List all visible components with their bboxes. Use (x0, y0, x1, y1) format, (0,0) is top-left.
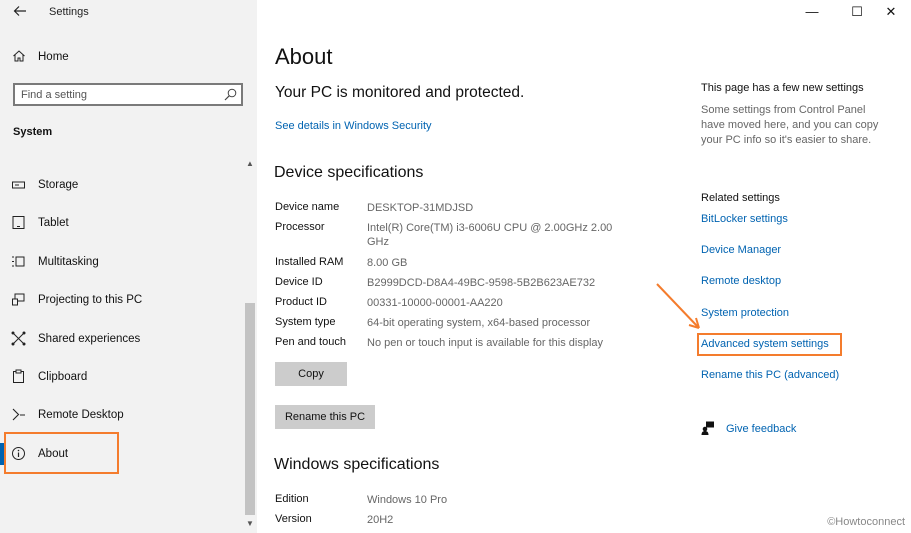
system-protection-link[interactable]: System protection (701, 307, 789, 319)
spec-value: 20H2 (367, 514, 394, 526)
scrollbar-thumb[interactable] (245, 303, 255, 515)
section-label-system: System (13, 126, 53, 138)
rename-pc-button[interactable]: Rename this PC (275, 405, 375, 429)
device-manager-link[interactable]: Device Manager (701, 244, 781, 256)
spec-key: Pen and touch (275, 336, 346, 348)
spec-key: Version (275, 513, 312, 525)
windows-security-link[interactable]: See details in Windows Security (275, 120, 432, 132)
back-arrow-icon[interactable] (10, 4, 30, 22)
sidebar-item-remote-desktop[interactable]: Remote Desktop (0, 400, 243, 430)
sidebar-item-label: Clipboard (38, 371, 88, 383)
sidebar-item-clipboard[interactable]: Clipboard (0, 362, 243, 392)
watermark: ©Howtoconnect (827, 516, 905, 528)
give-feedback-link[interactable]: Give feedback (726, 423, 796, 435)
sidebar: Settings Home System Storage Tablet Mult… (0, 0, 257, 533)
tablet-icon (11, 215, 26, 230)
sidebar-item-label: Remote Desktop (38, 409, 124, 421)
home-nav-item[interactable]: Home (0, 47, 243, 69)
bitlocker-settings-link[interactable]: BitLocker settings (701, 213, 788, 225)
sidebar-item-label: Storage (38, 179, 79, 191)
scroll-up-icon[interactable]: ▲ (243, 159, 257, 169)
home-icon (12, 49, 26, 63)
spec-key: Processor (275, 221, 325, 233)
search-icon[interactable] (224, 88, 237, 101)
sidebar-item-label: Tablet (38, 217, 69, 229)
windows-specs-heading: Windows specifications (274, 456, 440, 473)
shared-experiences-icon (11, 331, 26, 346)
sidebar-scrollbar[interactable]: ▲ ▼ (243, 155, 257, 533)
spec-key: Device ID (275, 276, 323, 288)
copy-button[interactable]: Copy (275, 362, 347, 386)
title-bar: Settings (0, 0, 257, 26)
search-box[interactable] (13, 83, 243, 106)
app-title: Settings (49, 6, 89, 18)
spec-value: 8.00 GB (367, 257, 408, 269)
clipboard-icon (11, 369, 26, 384)
spec-value: B2999DCD-D8A4-49BC-9598-5B2B623AE732 (367, 277, 596, 289)
spec-value: 64-bit operating system, x64-based proce… (367, 317, 591, 329)
sidebar-item-multitasking[interactable]: Multitasking (0, 247, 243, 277)
about-highlight-box (4, 432, 119, 474)
sidebar-item-storage[interactable]: Storage (0, 170, 243, 200)
spec-key: Device name (275, 201, 340, 213)
advanced-settings-highlight-box (697, 333, 842, 356)
spec-key: Edition (275, 493, 309, 505)
sidebar-item-tablet[interactable]: Tablet (0, 208, 243, 238)
multitasking-icon (11, 254, 26, 269)
rename-pc-advanced-link[interactable]: Rename this PC (advanced) (701, 369, 839, 381)
sidebar-item-shared-experiences[interactable]: Shared experiences (0, 324, 243, 354)
device-specs-heading: Device specifications (274, 164, 424, 181)
feedback-icon (701, 421, 715, 435)
sidebar-item-label: Projecting to this PC (38, 294, 143, 306)
remote-desktop-icon (11, 407, 26, 422)
storage-icon (11, 177, 26, 192)
search-input[interactable] (21, 87, 211, 102)
protection-status: Your PC is monitored and protected. (275, 84, 525, 101)
sidebar-item-label: Shared experiences (38, 333, 141, 345)
spec-value: Windows 10 Pro (367, 494, 448, 506)
sidebar-item-label: Multitasking (38, 256, 99, 268)
spec-value: 00331-10000-00001-AA220 (367, 297, 503, 309)
spec-value: DESKTOP-31MDJSD (367, 202, 474, 214)
spec-key: Installed RAM (275, 256, 344, 268)
new-settings-title: This page has a few new settings (701, 82, 864, 94)
home-label: Home (38, 51, 69, 63)
new-settings-description: Some settings from Control Panel have mo… (701, 104, 879, 146)
sidebar-item-projecting[interactable]: Projecting to this PC (0, 285, 243, 315)
page-title: About (275, 44, 333, 69)
spec-value: Intel(R) Core(TM) i3-6006U CPU @ 2.00GHz… (367, 222, 613, 248)
spec-value: No pen or touch input is available for t… (367, 337, 604, 349)
projecting-icon (11, 292, 26, 307)
remote-desktop-link[interactable]: Remote desktop (701, 275, 781, 287)
spec-key: Product ID (275, 296, 327, 308)
spec-key: System type (275, 316, 336, 328)
annotation-arrow-icon (656, 283, 700, 329)
related-settings-heading: Related settings (701, 192, 780, 204)
main-content: About Your PC is monitored and protected… (257, 0, 911, 533)
scroll-down-icon[interactable]: ▼ (243, 519, 257, 529)
